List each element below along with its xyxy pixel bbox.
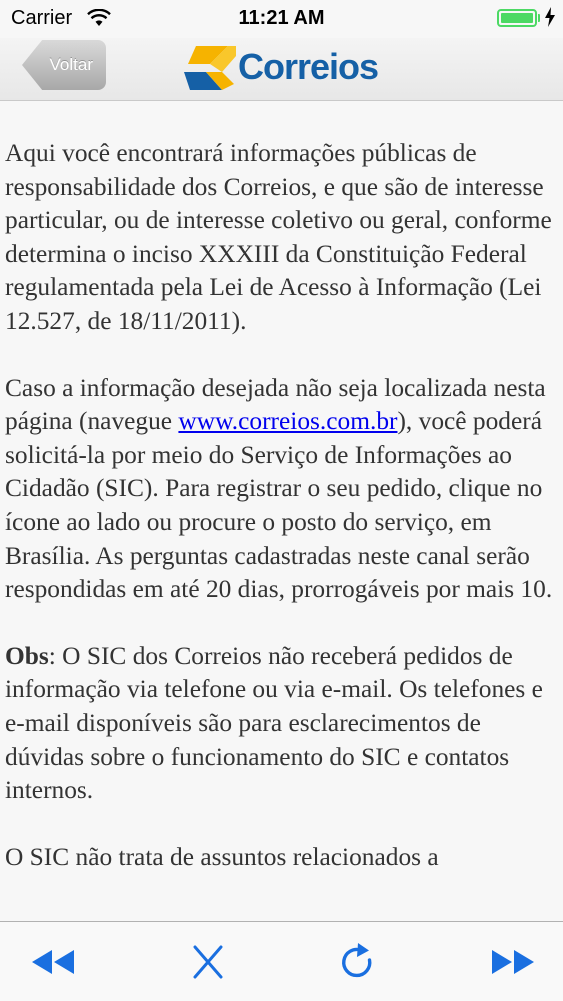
info-content[interactable]: Aqui você encontrará informações pública… [5, 137, 557, 920]
obs-label: Obs [5, 641, 49, 670]
close-icon[interactable] [184, 942, 232, 982]
truncated-paragraph: O SIC não trata de assuntos relacionados… [5, 842, 439, 871]
correios-website-link[interactable]: www.correios.com.br [178, 407, 397, 435]
correios-logo-icon [184, 46, 236, 90]
battery-tip [538, 14, 540, 22]
intro-paragraph: Aqui você encontrará informações pública… [5, 139, 552, 335]
obs-paragraph: Obs: O SIC dos Correios não receberá ped… [5, 640, 557, 808]
bottom-toolbar [0, 921, 563, 1001]
navigation-bar: Voltar Correios [0, 38, 563, 101]
rewind-icon[interactable] [29, 942, 77, 982]
sic-paragraph: Caso a informação desejada não seja loca… [5, 372, 557, 607]
battery-icon [497, 9, 537, 27]
correios-logo: Correios [182, 42, 382, 94]
clock: 11:21 AM [238, 7, 325, 29]
reload-icon[interactable] [334, 942, 382, 982]
sic-text-after: ), você poderá solicitá-la por meio do S… [5, 407, 553, 604]
correios-logo-text: Correios [238, 46, 379, 87]
status-bar: Carrier 11:21 AM [0, 0, 563, 38]
obs-text: : O SIC dos Correios não receberá pedido… [5, 641, 543, 805]
fast-forward-icon[interactable] [489, 942, 537, 982]
back-button[interactable]: Voltar [22, 40, 106, 90]
charging-bolt-icon [545, 7, 555, 27]
